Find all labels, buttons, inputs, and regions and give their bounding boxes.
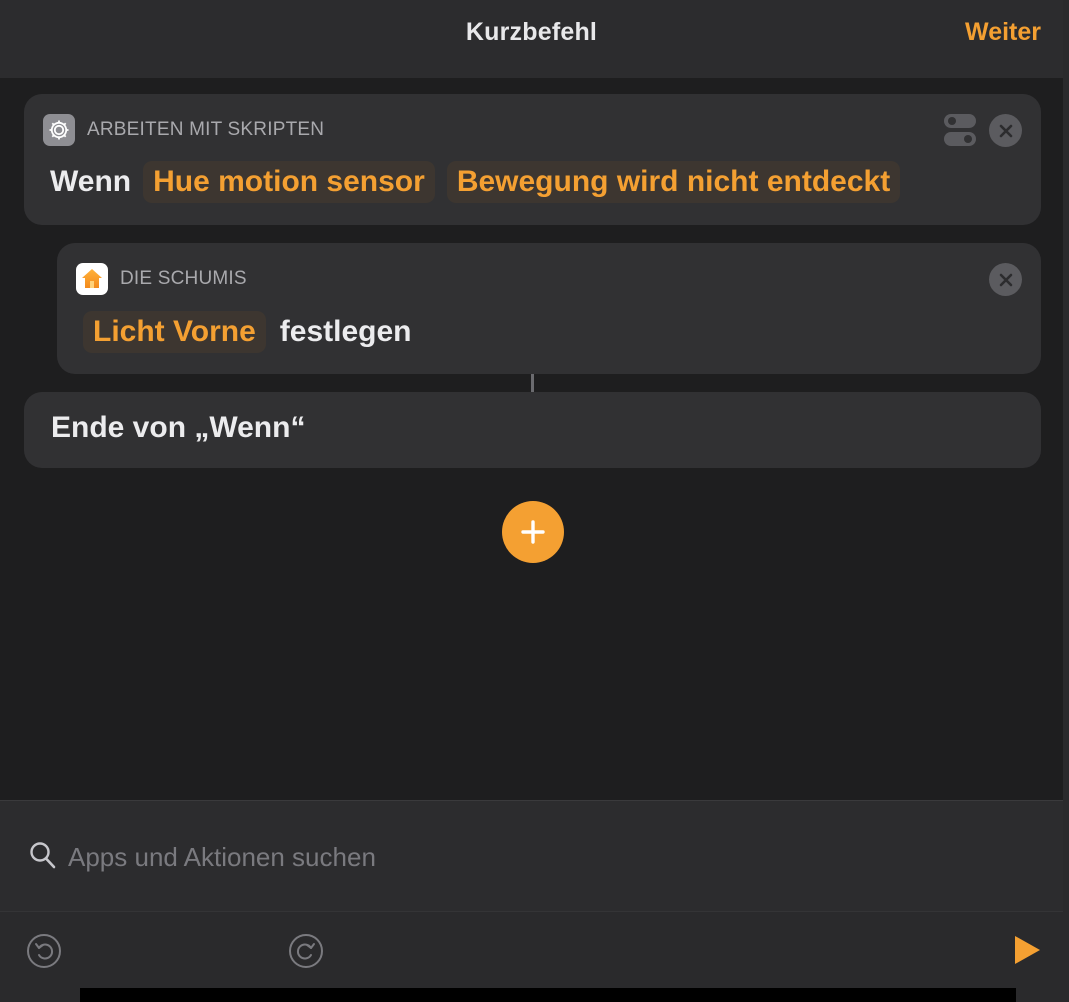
remove-action-button[interactable] bbox=[989, 263, 1022, 296]
device-parameter[interactable]: Hue motion sensor bbox=[143, 161, 435, 203]
home-action-card[interactable]: DIE SCHUMIS Licht Vorne festlegen bbox=[57, 243, 1041, 374]
navigation-bar: Kurzbefehl Weiter bbox=[0, 0, 1063, 78]
bottom-edge bbox=[0, 988, 1069, 1002]
redo-icon bbox=[289, 934, 323, 968]
home-icon bbox=[76, 263, 108, 295]
action-header: ARBEITEN MIT SKRIPTEN bbox=[43, 114, 324, 146]
end-if-card[interactable]: Ende von „Wenn“ bbox=[24, 392, 1041, 468]
action-verb: festlegen bbox=[279, 315, 412, 348]
end-if-label: Ende von „Wenn“ bbox=[51, 411, 306, 444]
search-bar bbox=[0, 801, 1063, 911]
action-body: Licht Vorne festlegen bbox=[83, 310, 424, 354]
remove-action-button[interactable] bbox=[989, 114, 1022, 147]
action-category-label: DIE SCHUMIS bbox=[120, 268, 247, 289]
undo-button[interactable] bbox=[26, 933, 62, 974]
condition-parameter[interactable]: Bewegung wird nicht entdeckt bbox=[446, 161, 901, 203]
if-keyword: Wenn bbox=[50, 165, 132, 198]
add-action-button[interactable] bbox=[502, 501, 564, 563]
plus-icon bbox=[521, 520, 545, 544]
run-button[interactable] bbox=[1012, 934, 1042, 971]
accessory-parameter[interactable]: Licht Vorne bbox=[83, 311, 266, 353]
search-icon bbox=[29, 841, 57, 876]
play-icon bbox=[1015, 936, 1040, 964]
gear-icon bbox=[43, 114, 75, 146]
if-action-card[interactable]: ARBEITEN MIT SKRIPTEN Wenn Hue motion se… bbox=[24, 94, 1041, 225]
next-button[interactable]: Weiter bbox=[965, 18, 1041, 47]
action-header: DIE SCHUMIS bbox=[76, 263, 247, 295]
toggle-switch-icon[interactable] bbox=[943, 112, 977, 148]
action-browser-panel bbox=[0, 800, 1063, 990]
shortcut-editor: Kurzbefehl Weiter ARBEITEN MIT SKRIPTEN bbox=[0, 0, 1069, 1002]
page-title: Kurzbefehl bbox=[465, 18, 598, 46]
editor-toolbar bbox=[0, 911, 1063, 990]
redo-button[interactable] bbox=[288, 933, 324, 974]
search-input[interactable] bbox=[66, 835, 970, 879]
close-icon bbox=[999, 124, 1012, 137]
flow-connector bbox=[531, 374, 534, 392]
close-icon bbox=[999, 273, 1012, 286]
undo-icon bbox=[27, 934, 61, 968]
action-category-label: ARBEITEN MIT SKRIPTEN bbox=[87, 119, 325, 140]
action-body: Wenn Hue motion sensor Bewegung wird nic… bbox=[38, 160, 912, 204]
scroll-edge bbox=[1063, 0, 1069, 1002]
